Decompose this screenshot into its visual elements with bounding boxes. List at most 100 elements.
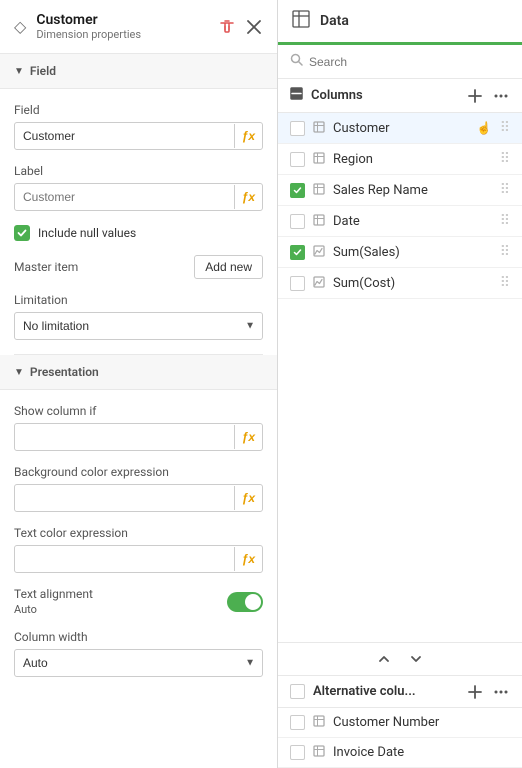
col-checkbox-customer[interactable] bbox=[290, 121, 305, 136]
show-column-label: Show column if bbox=[14, 404, 263, 418]
alt-col-name: Customer Number bbox=[333, 715, 510, 730]
column-width-select-wrapper: Auto Fixed Percentage ▼ bbox=[14, 649, 263, 677]
columns-header: Columns bbox=[278, 79, 522, 113]
col-name: Sum(Sales) bbox=[333, 245, 492, 260]
alt-column-item[interactable]: Customer Number bbox=[278, 708, 522, 738]
drag-handle[interactable]: ⠿ bbox=[500, 244, 510, 260]
col-name: Customer bbox=[333, 121, 469, 136]
alt-col-checkbox-invoice-date[interactable] bbox=[290, 745, 305, 760]
col-name: Date bbox=[333, 214, 492, 229]
move-down-button[interactable] bbox=[406, 651, 426, 667]
text-color-fx-button[interactable]: ƒx bbox=[234, 547, 262, 571]
limitation-label: Limitation bbox=[14, 293, 263, 307]
col-name: Sum(Cost) bbox=[333, 276, 492, 291]
col-checkbox-sum-sales[interactable] bbox=[290, 245, 305, 260]
dimension-type-icon bbox=[313, 183, 325, 198]
toggle-track bbox=[227, 592, 263, 612]
master-item-label: Master item bbox=[14, 260, 78, 274]
text-align-row: Text alignment Auto bbox=[14, 587, 263, 616]
add-new-button[interactable]: Add new bbox=[194, 255, 263, 279]
add-alt-column-button[interactable] bbox=[466, 685, 484, 699]
label-group: Label ƒx bbox=[14, 164, 263, 211]
columns-actions bbox=[466, 89, 510, 103]
right-header: Data bbox=[278, 0, 522, 45]
text-align-sub: Auto bbox=[14, 603, 93, 616]
measure-type-icon bbox=[313, 245, 325, 260]
panel-header: ◇ Customer Dimension properties bbox=[0, 0, 277, 54]
text-color-group: Text color expression ƒx bbox=[14, 526, 263, 573]
field-fx-button[interactable]: ƒx bbox=[234, 124, 262, 148]
null-values-checkbox[interactable] bbox=[14, 225, 30, 241]
null-values-label: Include null values bbox=[38, 226, 136, 240]
text-align-toggle[interactable] bbox=[227, 592, 263, 612]
presentation-section-label: Presentation bbox=[30, 365, 99, 379]
field-section-header[interactable]: ▼ Field bbox=[0, 54, 277, 89]
text-color-input[interactable] bbox=[15, 546, 234, 572]
column-width-group: Column width Auto Fixed Percentage ▼ bbox=[14, 630, 263, 677]
bg-color-group: Background color expression ƒx bbox=[14, 465, 263, 512]
dimension-type-icon bbox=[313, 214, 325, 229]
presentation-chevron-icon: ▼ bbox=[14, 367, 24, 378]
column-item[interactable]: Date ⠿ bbox=[278, 206, 522, 237]
drag-handle[interactable]: ⠿ bbox=[500, 151, 510, 167]
drag-handle[interactable]: ⠿ bbox=[500, 182, 510, 198]
bg-color-label: Background color expression bbox=[14, 465, 263, 479]
label-fx-button[interactable]: ƒx bbox=[234, 185, 262, 209]
panel-header-actions bbox=[217, 17, 263, 37]
delete-button[interactable] bbox=[217, 17, 237, 37]
alt-columns-actions bbox=[466, 685, 510, 699]
drag-handle[interactable]: ⠿ bbox=[500, 120, 510, 136]
label-input[interactable] bbox=[15, 184, 234, 210]
col-name: Region bbox=[333, 152, 492, 167]
column-item[interactable]: Sum(Sales) ⠿ bbox=[278, 237, 522, 268]
presentation-content: Show column if ƒx Background color expre… bbox=[14, 404, 263, 677]
show-column-fx-button[interactable]: ƒx bbox=[234, 425, 262, 449]
field-label: Field bbox=[14, 103, 263, 117]
limitation-row: Limitation No limitation Fixed number Ex… bbox=[14, 293, 263, 340]
search-bar bbox=[278, 45, 522, 79]
field-input[interactable] bbox=[15, 123, 234, 149]
column-width-select[interactable]: Auto Fixed Percentage bbox=[14, 649, 263, 677]
col-checkbox-date[interactable] bbox=[290, 214, 305, 229]
columns-more-button[interactable] bbox=[492, 94, 510, 98]
panel-header-text: Customer Dimension properties bbox=[36, 12, 207, 41]
close-button[interactable] bbox=[245, 18, 263, 36]
col-name: Sales Rep Name bbox=[333, 183, 492, 198]
null-values-row: Include null values bbox=[14, 225, 263, 241]
panel-title: Customer bbox=[36, 12, 207, 28]
drag-handle[interactable]: ⠿ bbox=[500, 275, 510, 291]
column-item[interactable]: Sum(Cost) ⠿ bbox=[278, 268, 522, 299]
text-color-label: Text color expression bbox=[14, 526, 263, 540]
arrow-row bbox=[278, 642, 522, 676]
alt-columns-more-button[interactable] bbox=[492, 690, 510, 694]
col-checkbox-region[interactable] bbox=[290, 152, 305, 167]
bg-color-input[interactable] bbox=[15, 485, 234, 511]
field-section-label: Field bbox=[30, 64, 56, 78]
left-panel: ◇ Customer Dimension properties ▼ bbox=[0, 0, 278, 768]
alt-col-checkbox[interactable] bbox=[290, 684, 305, 699]
alt-col-name: Invoice Date bbox=[333, 745, 510, 760]
col-checkbox-sales-rep-name[interactable] bbox=[290, 183, 305, 198]
limitation-select[interactable]: No limitation Fixed number Exact value R… bbox=[14, 312, 263, 340]
show-column-input[interactable] bbox=[15, 424, 234, 450]
columns-label: Columns bbox=[311, 88, 466, 103]
search-input[interactable] bbox=[309, 55, 510, 69]
presentation-section-header[interactable]: ▼ Presentation bbox=[0, 355, 277, 390]
alt-col-checkbox-customer-number[interactable] bbox=[290, 715, 305, 730]
column-item[interactable]: Customer ☝ ⠿ bbox=[278, 113, 522, 144]
column-item[interactable]: Region ⠿ bbox=[278, 144, 522, 175]
dimension-type-icon bbox=[313, 715, 325, 730]
panel-subtitle: Dimension properties bbox=[36, 28, 207, 41]
limitation-select-wrapper: No limitation Fixed number Exact value R… bbox=[14, 312, 263, 340]
add-column-button[interactable] bbox=[466, 89, 484, 103]
right-header-title: Data bbox=[320, 13, 349, 29]
show-column-group: Show column if ƒx bbox=[14, 404, 263, 451]
hand-cursor-icon: ☝ bbox=[477, 121, 492, 135]
bg-color-fx-button[interactable]: ƒx bbox=[234, 486, 262, 510]
columns-collapse-icon[interactable] bbox=[290, 87, 303, 104]
col-checkbox-sum-cost[interactable] bbox=[290, 276, 305, 291]
move-up-button[interactable] bbox=[374, 651, 394, 667]
alt-column-item[interactable]: Invoice Date bbox=[278, 738, 522, 768]
drag-handle[interactable]: ⠿ bbox=[500, 213, 510, 229]
column-item[interactable]: Sales Rep Name ⠿ bbox=[278, 175, 522, 206]
